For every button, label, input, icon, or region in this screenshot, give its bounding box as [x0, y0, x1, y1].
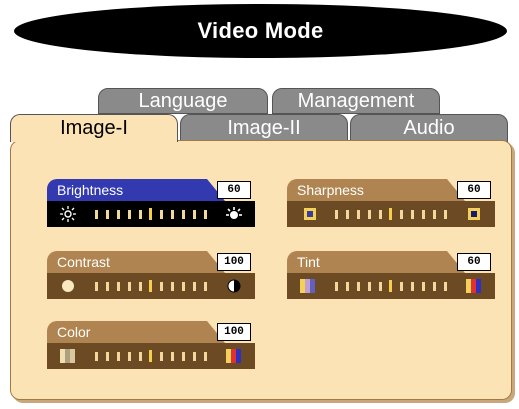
image-settings-panel: Brightness 60 Sharpness 60 Contrast 100 … [10, 140, 512, 400]
gray-bars-icon [57, 348, 79, 364]
tint-header: Tint [287, 251, 465, 273]
tab-management-label: Management [297, 89, 415, 112]
page-title: Video Mode [197, 18, 324, 43]
contrast-control[interactable]: Contrast 100 [47, 251, 255, 303]
tab-image-i-label: Image-I [60, 117, 128, 139]
contrast-header: Contrast [47, 251, 225, 273]
tab-image-ii[interactable]: Image-II [180, 114, 348, 142]
contrast-slider[interactable] [47, 273, 255, 299]
tint-ticks [335, 280, 447, 292]
title-banner: Video Mode [14, 4, 507, 58]
tab-image-ii-label: Image-II [227, 116, 301, 139]
tint-value: 60 [457, 253, 491, 271]
tab-language-label: Language [138, 89, 228, 112]
brightness-label: Brightness [57, 182, 124, 198]
tint-slider[interactable] [287, 273, 495, 299]
tab-management[interactable]: Management [272, 88, 440, 114]
soft-square-icon [299, 206, 321, 222]
sharpness-value: 60 [457, 181, 491, 199]
color-control[interactable]: Color 100 [47, 321, 255, 373]
tint-control[interactable]: Tint 60 [287, 251, 495, 303]
color-header: Color [47, 321, 225, 343]
tab-language[interactable]: Language [98, 88, 268, 114]
tab-audio-label: Audio [403, 116, 455, 139]
sun-dim-icon [57, 206, 79, 222]
color-slider[interactable] [47, 343, 255, 369]
sharpness-control[interactable]: Sharpness 60 [287, 179, 495, 231]
tint-high-icon [463, 278, 485, 294]
contrast-value: 100 [217, 253, 251, 271]
brightness-ticks [95, 208, 207, 220]
color-label: Color [57, 324, 91, 340]
brightness-value: 60 [217, 181, 251, 199]
sharpness-slider[interactable] [287, 201, 495, 227]
color-value: 100 [217, 323, 251, 341]
sharpness-ticks [335, 208, 447, 220]
sharpness-label: Sharpness [297, 182, 364, 198]
sun-bright-icon [223, 206, 245, 222]
half-circle-icon [223, 278, 245, 294]
brightness-slider[interactable] [47, 201, 255, 227]
contrast-label: Contrast [57, 254, 110, 270]
brightness-header: Brightness [47, 179, 225, 201]
tab-image-i[interactable]: Image-I [10, 114, 178, 142]
sharpness-header: Sharpness [287, 179, 465, 201]
tab-audio[interactable]: Audio [350, 114, 508, 142]
tint-low-icon [297, 278, 319, 294]
brightness-control[interactable]: Brightness 60 [47, 179, 255, 231]
tint-label: Tint [297, 254, 320, 270]
color-bars-icon [223, 348, 245, 364]
circle-icon [57, 278, 79, 294]
contrast-ticks [95, 280, 207, 292]
color-ticks [95, 350, 207, 362]
sharp-square-icon [463, 206, 485, 222]
